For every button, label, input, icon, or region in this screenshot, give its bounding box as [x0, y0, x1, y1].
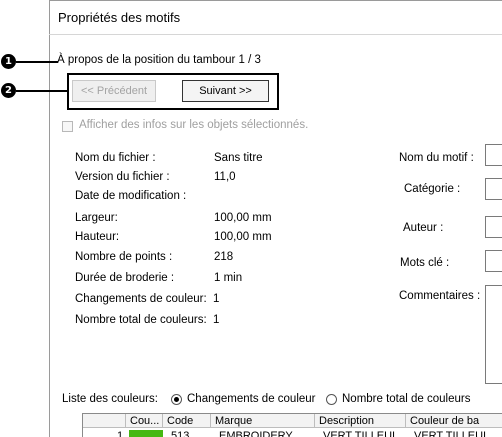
callout-marker-1: 1: [1, 54, 16, 69]
hoop-position-heading: À propos de la position du tambour 1 / 3: [57, 54, 261, 66]
table-header-base-color[interactable]: Couleur de ba: [406, 414, 502, 428]
width-label: Largeur:: [75, 212, 118, 224]
total-colors-radio-label: Nombre total de couleurs: [342, 393, 471, 405]
show-selected-info-checkbox[interactable]: [62, 121, 73, 132]
callout-marker-2: 2: [1, 83, 16, 98]
next-button[interactable]: Suivant >>: [182, 80, 269, 102]
category-input[interactable]: [485, 178, 502, 200]
color-table[interactable]: Cou... Code Marque Description Couleur d…: [82, 413, 502, 437]
file-name-label: Nom du fichier :: [75, 152, 156, 164]
color-changes-label: Changements de couleur:: [75, 293, 207, 305]
total-colors-value: 1: [213, 314, 220, 326]
comments-label: Commentaires :: [399, 290, 481, 302]
height-value: 100,00 mm: [214, 231, 272, 243]
table-index-header: [83, 414, 126, 428]
total-colors-radio[interactable]: [326, 394, 337, 405]
file-name-value: Sans titre: [214, 152, 263, 164]
color-changes-radio[interactable]: [171, 394, 182, 405]
keywords-input[interactable]: [485, 250, 502, 272]
show-selected-info-label: Afficher des infos sur les objets sélect…: [79, 119, 309, 131]
color-changes-value: 1: [213, 293, 220, 305]
author-input[interactable]: [485, 216, 502, 238]
color-changes-radio-label: Changements de couleur: [187, 393, 316, 405]
file-version-label: Version du fichier :: [75, 171, 170, 183]
table-header-description[interactable]: Description: [315, 414, 406, 428]
table-header-brand[interactable]: Marque: [211, 414, 315, 428]
table-header-color[interactable]: Cou...: [126, 414, 163, 428]
callout-leader-2: [16, 90, 67, 92]
author-label: Auteur :: [403, 222, 444, 234]
stitch-count-value: 218: [214, 251, 234, 263]
pattern-name-input[interactable]: [485, 144, 502, 166]
modified-date-label: Date de modification :: [75, 190, 187, 202]
height-label: Hauteur:: [75, 231, 120, 243]
keywords-label: Mots clé :: [400, 257, 450, 269]
total-colors-label: Nombre total de couleurs:: [75, 314, 207, 326]
pattern-name-label: Nom du motif :: [399, 152, 474, 164]
stitch-count-label: Nombre de points :: [75, 251, 173, 263]
sewing-time-value: 1 min: [214, 272, 243, 284]
callout-leader-1: [16, 61, 58, 63]
file-version-value: 11,0: [214, 171, 236, 183]
color-list-label: Liste des couleurs:: [62, 393, 158, 405]
sewing-time-label: Durée de broderie :: [75, 272, 175, 284]
dialog-title: Propriétés des motifs: [58, 10, 181, 25]
comments-textarea[interactable]: [485, 285, 502, 384]
table-header-code[interactable]: Code: [163, 414, 211, 428]
width-value: 100,00 mm: [214, 212, 272, 224]
category-label: Catégorie :: [404, 183, 461, 195]
previous-button[interactable]: << Précédent: [72, 80, 156, 102]
